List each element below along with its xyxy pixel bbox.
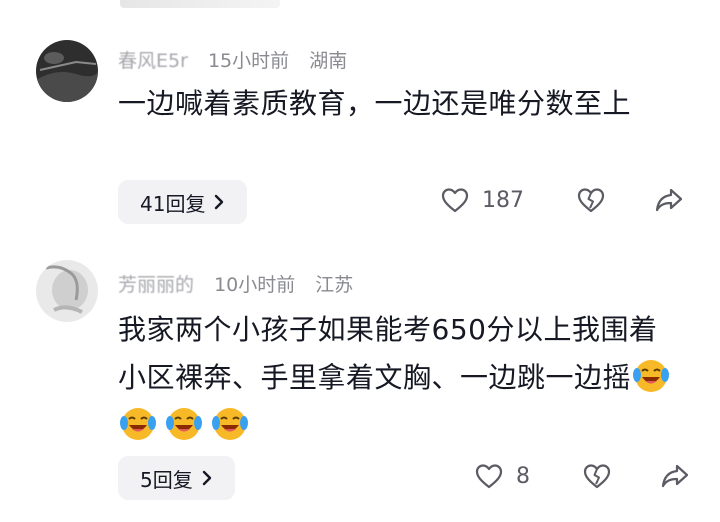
heart-outline-icon (475, 464, 503, 489)
comment-text-body: 我家两个小孩子如果能考650分以上我围着小区裸奔、手里拿着文胸、一边跳一边摇 (118, 313, 658, 394)
view-replies-button[interactable]: 5回复 (118, 456, 235, 500)
dislike-button[interactable] (582, 462, 612, 490)
laughing-crying-emoji (633, 360, 670, 392)
avatar[interactable] (36, 40, 98, 102)
share-arrow-icon (655, 188, 683, 212)
like-button[interactable]: 187 (440, 186, 524, 214)
location: 江苏 (315, 274, 354, 296)
like-count: 8 (516, 463, 530, 489)
location: 湖南 (309, 50, 348, 72)
broken-heart-icon (577, 188, 605, 213)
share-button[interactable] (654, 187, 684, 213)
view-replies-button[interactable]: 41回复 (118, 180, 248, 224)
chevron-right-icon (202, 470, 211, 486)
previous-content-edge (120, 0, 280, 8)
username[interactable]: 芳丽丽的 (118, 274, 194, 296)
comment-text: 我家两个小孩子如果能考650分以上我围着小区裸奔、手里拿着文胸、一边跳一边摇 (118, 306, 678, 450)
dislike-button[interactable] (576, 186, 606, 214)
timestamp: 10小时前 (214, 274, 296, 296)
heart-outline-icon (441, 188, 469, 213)
broken-heart-icon (583, 464, 611, 489)
share-arrow-icon (661, 464, 689, 488)
username[interactable]: 春风E5r (118, 50, 188, 72)
comment-meta: 春风E5r 15小时前 湖南 (118, 46, 347, 73)
replies-count: 41回复 (140, 191, 206, 216)
laughing-crying-emoji (212, 408, 248, 440)
avatar[interactable] (36, 260, 98, 322)
comment-text: 一边喊着素质教育，一边还是唯分数至上 (118, 87, 632, 120)
chevron-right-icon (215, 194, 224, 210)
laughing-crying-emoji (166, 408, 202, 440)
laughing-crying-emoji (120, 408, 156, 440)
share-button[interactable] (660, 463, 690, 489)
like-count: 187 (482, 187, 524, 213)
timestamp: 15小时前 (207, 50, 290, 72)
like-button[interactable]: 8 (474, 462, 530, 490)
comment-meta: 芳丽丽的 10小时前 江苏 (118, 270, 353, 297)
replies-count: 5回复 (140, 467, 193, 492)
